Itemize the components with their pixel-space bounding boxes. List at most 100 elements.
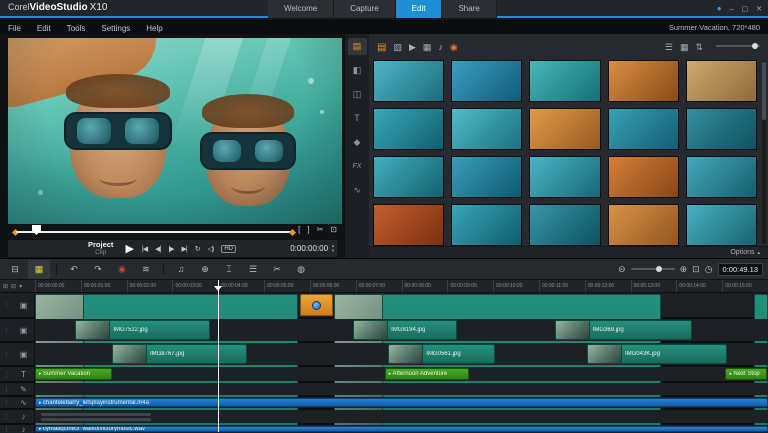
title-clip[interactable]: Next Stop	[725, 368, 766, 380]
mark-out-button[interactable]: ]	[307, 225, 309, 234]
media-library-button[interactable]: ▤	[377, 42, 386, 53]
next-frame-button[interactable]: |▶	[168, 245, 173, 253]
voice-track-lane[interactable]: chantelebarry_letsplayinstrumental.m4a	[35, 397, 768, 408]
library-thumbnail-8[interactable]	[529, 108, 600, 150]
scrubber-track[interactable]	[16, 231, 292, 233]
library-thumbnail-6[interactable]	[373, 108, 444, 150]
motion-tracking-button[interactable]: ⊕	[194, 260, 216, 279]
title-track-1-icon[interactable]: T	[13, 370, 34, 379]
photo-clip[interactable]: IMG8767.jpg	[112, 344, 247, 364]
redo-button[interactable]: ↷	[87, 260, 109, 279]
library-thumbnail-19[interactable]	[608, 204, 679, 246]
tab-capture[interactable]: Capture	[334, 0, 395, 18]
fit-project-button[interactable]: ⊡	[692, 264, 700, 275]
zoom-in-button[interactable]: ⊕	[680, 264, 688, 275]
library-thumbnail-14[interactable]	[608, 156, 679, 198]
library-thumbnail-10[interactable]	[686, 108, 757, 150]
end-button[interactable]: ▶|	[182, 245, 187, 253]
category-filter[interactable]: FX	[348, 158, 367, 175]
playback-mode-toggle[interactable]: Project Clip	[88, 241, 113, 256]
title-track-1-lane[interactable]: Summer VacationAfternoon AdventureNext S…	[35, 367, 768, 381]
photo-clip[interactable]: IMG0561.jpg	[388, 344, 495, 364]
library-thumbnail-13[interactable]	[529, 156, 600, 198]
photo-clip[interactable]: IMG043K.jpg	[587, 344, 727, 364]
library-thumbnail-2[interactable]	[451, 60, 522, 102]
thumbnail-size-slider[interactable]	[716, 45, 760, 47]
timeline-zoom-slider[interactable]	[631, 268, 675, 270]
enlarge-preview-button[interactable]: ⊡	[330, 225, 337, 234]
track-options-icon[interactable]: ⋮	[0, 426, 13, 433]
category-motion-path[interactable]: ∿	[348, 182, 367, 199]
music-clip[interactable]: chantelebarry_letsplayinstrumental.m4a	[35, 398, 768, 407]
library-thumbnail-12[interactable]	[451, 156, 522, 198]
video-track-lane[interactable]: Waterslide2_84883288.movPool Splash_1177…	[35, 293, 768, 317]
ruler-corner-icon[interactable]: ⊞	[3, 283, 8, 290]
scrubber-thumb[interactable]	[32, 225, 41, 235]
ruler-corner-icon[interactable]: ⊟	[11, 283, 16, 290]
library-thumbnail-18[interactable]	[529, 204, 600, 246]
menu-help[interactable]: Help	[138, 24, 170, 33]
subtitle-editor-button[interactable]: ⌶	[218, 260, 240, 279]
title-track-2-icon[interactable]: ✎	[13, 385, 34, 394]
tab-share[interactable]: Share	[442, 0, 496, 18]
voice-track-icon[interactable]: ∿	[13, 398, 34, 407]
category-title[interactable]: T	[348, 110, 367, 127]
home-button[interactable]: |◀	[142, 245, 147, 253]
minimize-button[interactable]: –	[730, 6, 734, 13]
volume-button[interactable]: ◁)	[208, 245, 214, 253]
library-scrollbar[interactable]	[762, 60, 766, 244]
help-button[interactable]: ●	[717, 5, 722, 13]
library-thumbnail-16[interactable]	[373, 204, 444, 246]
play-button[interactable]: ▶	[125, 242, 133, 255]
category-instant-project[interactable]: ◧	[348, 62, 367, 79]
library-thumbnail-1[interactable]	[373, 60, 444, 102]
split-by-scene-button[interactable]: ✂	[266, 260, 288, 279]
title-clip[interactable]: Summer Vacation	[35, 368, 112, 380]
trim-end-handle[interactable]	[289, 228, 296, 235]
split-clip-button[interactable]: ✂	[317, 225, 324, 234]
track-options-icon[interactable]: ⋮	[0, 327, 13, 334]
show-audio-button[interactable]: ♪	[438, 42, 443, 52]
menu-edit[interactable]: Edit	[29, 24, 59, 33]
library-thumbnail-11[interactable]	[373, 156, 444, 198]
library-thumbnail-4[interactable]	[608, 60, 679, 102]
music-clip[interactable]: cymatiqcmix3_walkofvictorymusic.wav	[35, 426, 768, 432]
slider-thumb[interactable]	[752, 43, 758, 49]
track-options-icon[interactable]: ⋮	[0, 386, 13, 393]
scrollbar-thumb[interactable]	[762, 62, 766, 120]
track-options-icon[interactable]: ⋮	[0, 413, 13, 420]
timecode-stepper[interactable]: ▲▼	[331, 244, 335, 253]
options-toggle[interactable]: Options	[730, 249, 754, 256]
sort-button[interactable]: ⇅	[695, 42, 703, 52]
chevron-up-icon[interactable]: ▴	[757, 250, 760, 256]
timeline-view-button[interactable]: ▦	[28, 260, 50, 279]
library-thumbnail-9[interactable]	[608, 108, 679, 150]
tab-edit[interactable]: Edit	[396, 0, 443, 18]
track-options-icon[interactable]: ⋮	[0, 351, 13, 358]
library-thumbnail-17[interactable]	[451, 204, 522, 246]
show-videos-button[interactable]: ▶	[409, 42, 416, 52]
show-photos-button[interactable]: ▦	[423, 42, 432, 52]
track-options-icon[interactable]: ⋮	[0, 371, 13, 378]
overlay-track-1-icon[interactable]: ▣	[13, 326, 34, 335]
photo-clip[interactable]: IMG8194.jpg	[353, 320, 457, 340]
music-track-1-icon[interactable]: ♪	[13, 412, 34, 421]
import-media-button[interactable]: ▧	[393, 42, 402, 52]
overlay-track-2-lane[interactable]: IMG8767.jpg IMG0561.jpg IMG043K.jpg	[35, 343, 768, 365]
mode-clip[interactable]: Clip	[88, 249, 113, 256]
speech-tool-button[interactable]: ◍	[290, 260, 312, 279]
ruler-corner-icon[interactable]: ▾	[19, 283, 22, 290]
library-thumbnail-15[interactable]	[686, 156, 757, 198]
overlay-track-2-icon[interactable]: ▣	[13, 350, 34, 359]
title-track-2-lane[interactable]	[35, 383, 768, 395]
timeline-ruler[interactable]: ⊞⊟▾ 00:00:00:0000:00:01:0000:00:02:0000:…	[0, 280, 768, 293]
list-view-button[interactable]: ☰	[665, 42, 673, 52]
hd-button[interactable]: HD	[221, 245, 236, 253]
library-thumbnail-3[interactable]	[529, 60, 600, 102]
track-manager-button[interactable]: ☰	[242, 260, 264, 279]
menu-file[interactable]: File	[0, 24, 29, 33]
sound-mixer-button[interactable]: ≋	[135, 260, 157, 279]
repeat-button[interactable]: ↻	[195, 245, 200, 253]
video-track-icon[interactable]: ▣	[13, 301, 34, 310]
playhead-marker-icon[interactable]	[214, 286, 222, 291]
